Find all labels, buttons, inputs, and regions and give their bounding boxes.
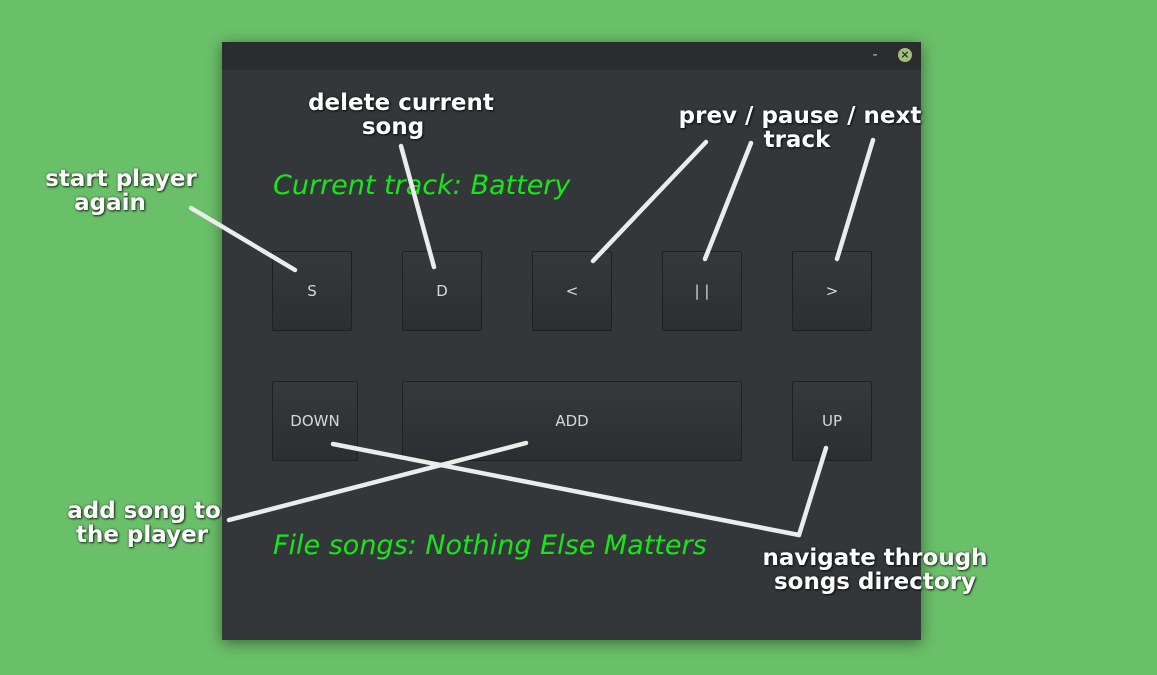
delete-annotation-line xyxy=(398,143,437,270)
start-annotation-line2: again xyxy=(74,190,146,216)
delete-annotation-line2: song xyxy=(361,114,425,140)
prev-annotation-line xyxy=(590,139,709,264)
start-annotation-line1: start player xyxy=(45,166,197,192)
add-annotation-line1: add song to xyxy=(67,498,221,524)
next-annotation-line xyxy=(834,137,876,262)
navigate-annotation-line1: navigate through xyxy=(762,545,988,571)
up-annotation-line xyxy=(796,445,829,538)
delete-annotation-line1: delete current xyxy=(308,90,494,116)
controls-annotation: prev / pause / next track xyxy=(672,104,928,152)
delete-annotation: delete current song xyxy=(296,91,506,139)
start-annotation: start player again xyxy=(26,167,216,215)
navigate-annotation: navigate through songs directory xyxy=(754,546,996,594)
add-annotation: add song to the player xyxy=(56,499,232,547)
down-annotation-line-a xyxy=(330,441,802,538)
controls-annotation-line1: prev / pause / next xyxy=(678,103,922,129)
controls-annotation-line2: track xyxy=(763,127,831,153)
pause-annotation-line xyxy=(702,140,754,262)
navigate-annotation-line2: songs directory xyxy=(773,569,977,595)
add-annotation-line2: the player xyxy=(75,522,209,548)
start-annotation-line xyxy=(188,205,298,273)
